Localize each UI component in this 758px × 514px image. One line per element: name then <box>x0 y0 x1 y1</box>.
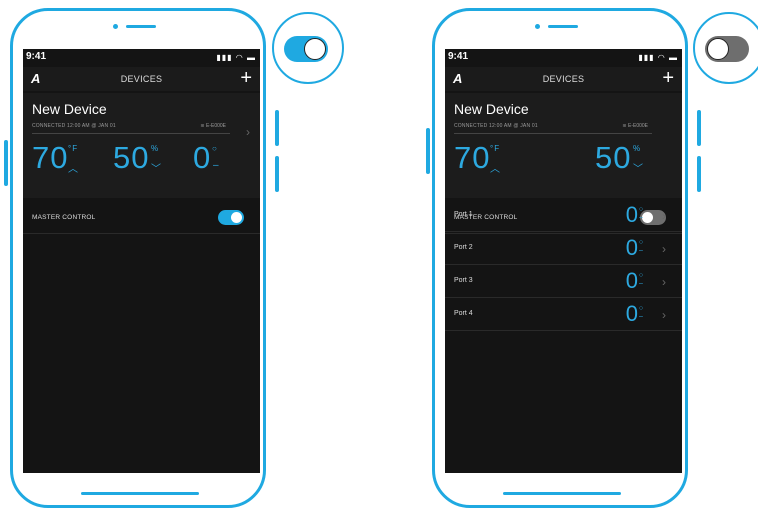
master-control-toggle[interactable] <box>218 210 244 225</box>
nav-bar: A DEVICES + <box>445 67 682 91</box>
toggle-off-illustration <box>705 36 749 62</box>
battery-icon: ▮▮▮ ◠ ▬ <box>638 53 678 62</box>
battery-icon: ▮▮▮ ◠ ▬ <box>216 53 256 62</box>
humidity-value: 50 <box>113 140 150 175</box>
port-status-icon: ○ – <box>638 272 644 287</box>
side-button-lower <box>275 156 279 192</box>
trend-up-icon: ︿ <box>490 164 501 175</box>
temperature-value: 70 <box>32 140 69 175</box>
chevron-right-icon[interactable]: › <box>662 308 666 322</box>
phone-frame-off: 9:41 ▮▮▮ ◠ ▬ A DEVICES + New Device CONN… <box>432 8 688 508</box>
devices-screen: 9:41 ▮▮▮ ◠ ▬ A DEVICES + New Device CONN… <box>23 49 260 473</box>
humidity-reading: 50 % ﹀ <box>113 140 161 176</box>
chevron-right-icon[interactable]: › <box>662 275 666 289</box>
connection-status: CONNECTED 12:00 AM @ JAN 01 <box>32 123 116 129</box>
port-row[interactable]: Port 2 0 ○ – › <box>445 232 682 265</box>
sensor-id: ≋ E-E000E <box>200 123 226 129</box>
side-button-lower <box>697 156 701 192</box>
speaker-grille <box>126 25 156 28</box>
device-card[interactable]: New Device CONNECTED 12:00 AM @ JAN 01 ≋… <box>445 93 682 234</box>
side-button-upper <box>275 110 279 146</box>
wifi-icon: ≋ <box>622 123 627 129</box>
port-count-reading: 0 ○ – <box>193 140 219 176</box>
port-label: Port 4 <box>454 310 473 317</box>
temperature-unit: °F <box>68 144 79 153</box>
toggle-off-callout <box>693 12 758 84</box>
volume-button <box>426 128 430 174</box>
volume-button <box>4 140 8 186</box>
port-icon: ○ <box>212 144 218 153</box>
status-time: 9:41 <box>448 51 469 62</box>
home-indicator[interactable] <box>81 492 199 495</box>
add-device-button[interactable]: + <box>240 67 252 89</box>
device-name: New Device <box>454 101 529 117</box>
sensor-id: ≋ E-E000E <box>622 123 648 129</box>
humidity-unit: % <box>151 144 160 153</box>
trend-down-icon: ﹀ <box>151 164 162 175</box>
chevron-right-icon[interactable]: › <box>662 242 666 256</box>
port-label: Port 3 <box>454 277 473 284</box>
divider <box>454 133 652 134</box>
temperature-value: 70 <box>454 140 491 175</box>
nav-bar: A DEVICES + <box>23 67 260 91</box>
humidity-value: 50 <box>595 140 632 175</box>
page-title: DEVICES <box>120 74 163 84</box>
master-control-label: MASTER CONTROL <box>32 214 96 221</box>
port-status-icon: ○ – <box>638 206 644 221</box>
toggle-on-illustration <box>284 36 328 62</box>
wifi-icon: ≋ <box>200 123 205 129</box>
port-label: Port 2 <box>454 244 473 251</box>
camera-dot <box>535 24 540 29</box>
status-bar: 9:41 ▮▮▮ ◠ ▬ <box>23 51 260 65</box>
toggle-knob <box>231 212 242 223</box>
port-row[interactable]: Port 3 0 ○ – › <box>445 265 682 298</box>
trend-up-icon: ︿ <box>68 164 79 175</box>
humidity-reading: 50 % ﹀ <box>595 140 643 176</box>
status-bar: 9:41 ▮▮▮ ◠ ▬ <box>445 51 682 65</box>
port-status-icon: ○ – <box>638 239 644 254</box>
camera-dot <box>113 24 118 29</box>
device-card[interactable]: New Device CONNECTED 12:00 AM @ JAN 01 ≋… <box>23 93 260 234</box>
divider <box>32 133 230 134</box>
chevron-right-icon[interactable]: › <box>662 209 666 223</box>
port-label: Port 1 <box>454 211 473 218</box>
trend-down-icon: ﹀ <box>633 164 644 175</box>
temperature-unit: °F <box>490 144 501 153</box>
master-control-row: MASTER CONTROL <box>23 203 260 234</box>
port-status-icon: ○ – <box>638 305 644 320</box>
sensor-id-text: E-E000E <box>627 123 648 129</box>
chevron-right-icon[interactable]: › <box>246 125 250 139</box>
devices-screen: 9:41 ▮▮▮ ◠ ▬ A DEVICES + New Device CONN… <box>445 49 682 473</box>
page-title: DEVICES <box>542 74 585 84</box>
connection-status: CONNECTED 12:00 AM @ JAN 01 <box>454 123 538 129</box>
toggle-knob <box>304 38 326 60</box>
port-row[interactable]: Port 4 0 ○ – › <box>445 298 682 331</box>
dash-icon: – <box>213 160 220 171</box>
temperature-reading: 70 °F ︿ <box>454 140 500 176</box>
humidity-unit: % <box>633 144 642 153</box>
toggle-on-callout <box>272 12 344 84</box>
port-row[interactable]: Port 1 0 ○ – › <box>445 199 682 232</box>
device-name: New Device <box>32 101 107 117</box>
add-device-button[interactable]: + <box>662 67 674 89</box>
phone-frame-on: 9:41 ▮▮▮ ◠ ▬ A DEVICES + New Device CONN… <box>10 8 266 508</box>
side-button-upper <box>697 110 701 146</box>
port-count-value: 0 <box>193 140 212 175</box>
home-indicator[interactable] <box>503 492 621 495</box>
speaker-grille <box>548 25 578 28</box>
sensor-id-text: E-E000E <box>205 123 226 129</box>
status-time: 9:41 <box>26 51 47 62</box>
temperature-reading: 70 °F ︿ <box>32 140 78 176</box>
toggle-knob <box>707 38 729 60</box>
